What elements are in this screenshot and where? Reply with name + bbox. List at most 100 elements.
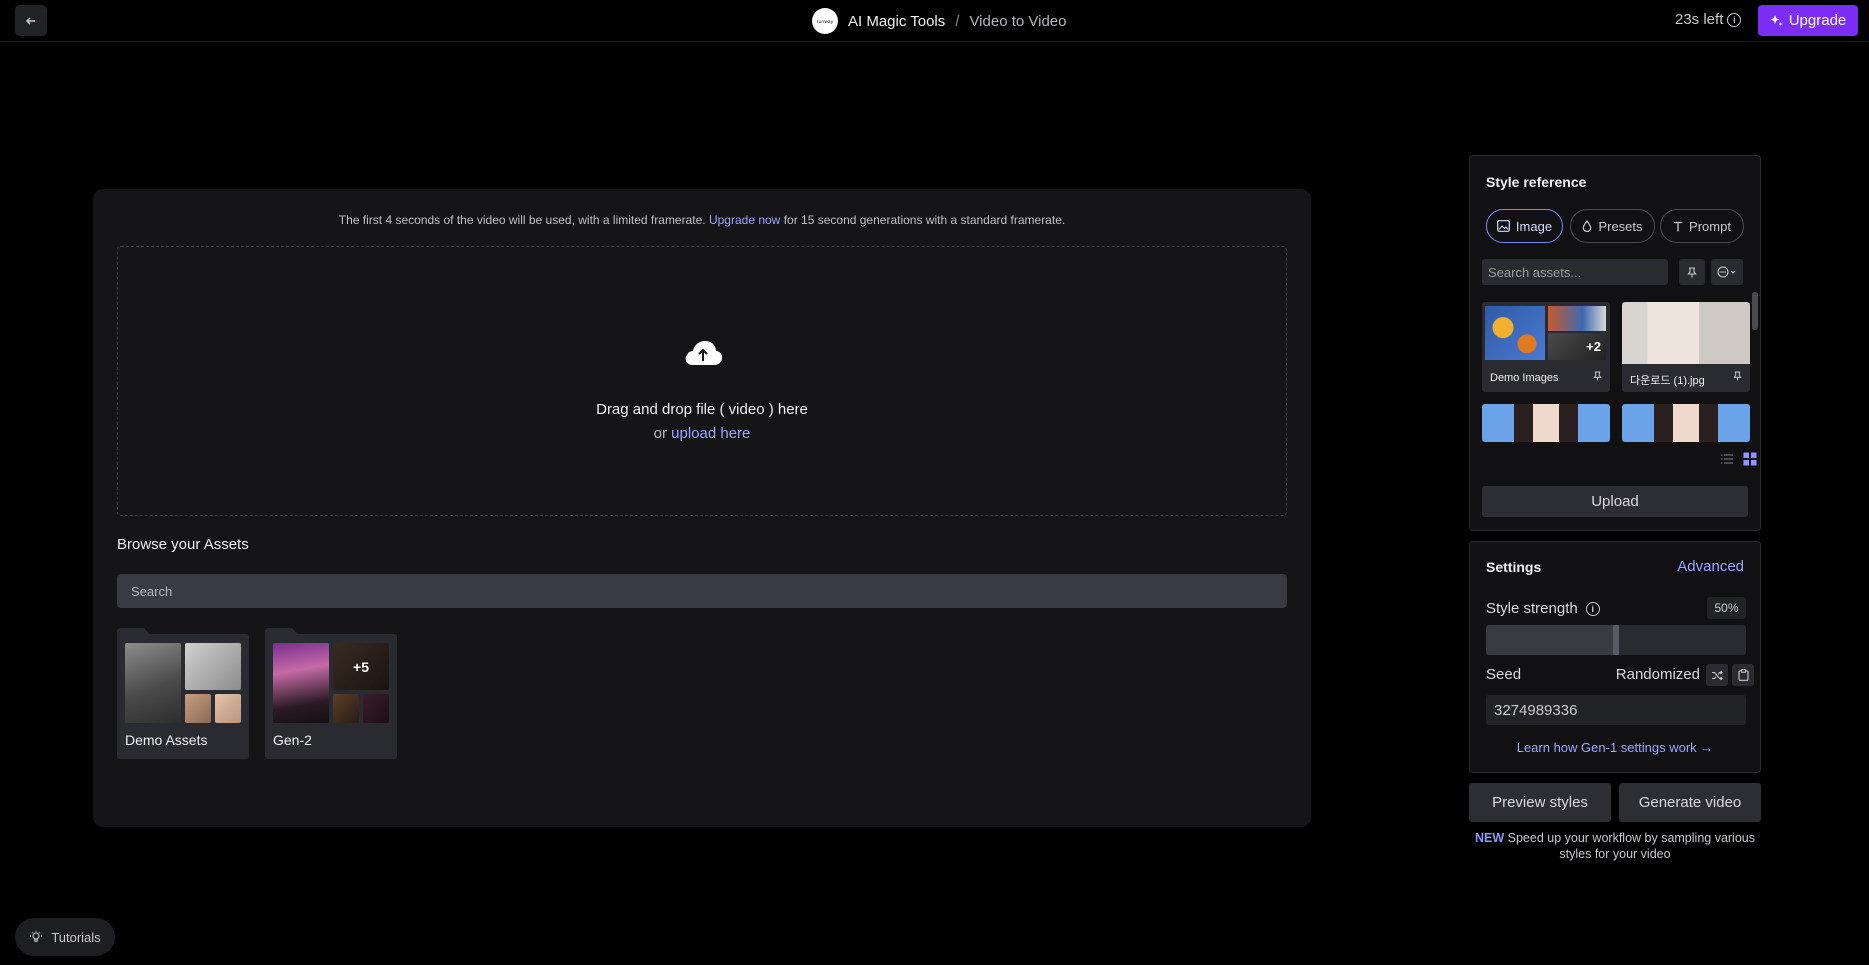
thumbnail (185, 694, 211, 723)
time-left-text: 23s left (1675, 11, 1724, 28)
pin-icon[interactable] (1593, 371, 1602, 384)
info-icon[interactable]: i (1727, 12, 1742, 27)
pin-icon (1687, 266, 1697, 277)
drop-icon (1583, 220, 1592, 232)
notice-suffix: for 15 second generations with a standar… (783, 213, 1066, 227)
upgrade-now-link[interactable]: Upgrade now (709, 213, 780, 227)
more-circle-icon (1717, 266, 1736, 278)
new-badge: NEW (1474, 831, 1505, 845)
asset-thumbnail (1622, 404, 1750, 442)
drop-subtitle: or upload here (118, 425, 1286, 442)
style-reference-title: Style reference (1486, 174, 1587, 190)
drop-or-text: or (653, 425, 667, 442)
tab-prompt[interactable]: Prompt (1660, 209, 1744, 243)
list-view-icon[interactable] (1719, 451, 1735, 467)
seed-label: Seed (1486, 666, 1522, 683)
style-assets-search-input[interactable] (1482, 259, 1668, 285)
framerate-notice: The first 4 seconds of the video will be… (93, 213, 1311, 227)
assets-search-input[interactable] (117, 574, 1287, 608)
video-dropzone[interactable]: Drag and drop file ( video ) here or upl… (117, 246, 1287, 516)
style-strength-slider[interactable] (1486, 625, 1746, 655)
notice-prefix: The first 4 seconds of the video will be… (338, 213, 706, 227)
style-strength-row: Style strength i (1486, 600, 1600, 617)
tab-presets-label: Presets (1598, 218, 1643, 234)
clipboard-icon (1737, 669, 1749, 681)
asset-card-demo-images[interactable]: +2 Demo Images (1482, 302, 1610, 392)
more-count-badge: +2 (1586, 339, 1601, 354)
tab-prompt-label: Prompt (1689, 218, 1731, 234)
upload-panel: The first 4 seconds of the video will be… (93, 189, 1311, 827)
back-button[interactable] (15, 5, 47, 36)
slider-fill (1486, 625, 1616, 655)
runway-logo-icon: runway (817, 19, 834, 25)
seed-input[interactable] (1486, 695, 1746, 725)
asset-name: 다운로드 (1).jpg (1630, 375, 1705, 387)
asset-card[interactable] (1622, 404, 1750, 442)
grid-view-icon[interactable] (1742, 451, 1758, 467)
asset-card[interactable] (1482, 404, 1610, 442)
preview-styles-button[interactable]: Preview styles (1469, 783, 1611, 822)
generate-video-button[interactable]: Generate video (1619, 783, 1761, 822)
thumbnail (273, 643, 329, 723)
sparkle-icon (1770, 15, 1783, 26)
learn-settings-link[interactable]: Learn how Gen-1 settings work → (1470, 740, 1760, 755)
thumbnail (125, 643, 181, 723)
upgrade-button[interactable]: Upgrade (1758, 5, 1858, 36)
svg-text:runway: runway (817, 19, 834, 25)
drop-title: Drag and drop file ( video ) here (596, 401, 808, 418)
thumbnail (333, 694, 359, 723)
more-options-button[interactable] (1711, 259, 1743, 285)
pin-icon[interactable] (1733, 371, 1742, 384)
randomized-label: Randomized (1615, 666, 1700, 683)
top-bar: runway AI Magic Tools / Video to Video 2… (0, 0, 1869, 42)
new-feature-note: NEW Speed up your workflow by sampling v… (1470, 830, 1760, 862)
asset-thumbnail: +2 (1482, 302, 1610, 364)
upload-button[interactable]: Upload (1482, 486, 1748, 517)
app-logo[interactable]: runway (812, 8, 838, 34)
tutorials-label: Tutorials (51, 929, 101, 945)
assets-scrollbar[interactable] (1752, 292, 1758, 330)
style-strength-label: Style strength (1486, 600, 1578, 617)
advanced-settings-link[interactable]: Advanced (1677, 558, 1744, 575)
style-strength-value[interactable]: 50% (1707, 597, 1746, 619)
lightbulb-icon (30, 930, 43, 942)
pin-filter-button[interactable] (1679, 259, 1705, 285)
tab-image-label: Image (1515, 218, 1553, 234)
folder-gen-2[interactable]: +5 Gen-2 (265, 628, 397, 759)
settings-panel: Settings Advanced Style strength i 50% S… (1469, 541, 1761, 773)
upload-here-link[interactable]: upload here (671, 425, 750, 442)
breadcrumb: runway AI Magic Tools / Video to Video (812, 8, 1066, 34)
thumbnail (185, 643, 241, 690)
randomize-seed-button[interactable] (1706, 664, 1728, 686)
asset-thumbnail (1622, 302, 1750, 364)
slider-thumb[interactable] (1613, 625, 1619, 655)
browse-assets-title: Browse your Assets (117, 536, 249, 553)
folder-label: Gen-2 (273, 732, 312, 748)
copy-seed-button[interactable] (1732, 664, 1754, 686)
asset-name: Demo Images (1490, 372, 1559, 384)
thumbnail (363, 694, 389, 723)
folder-label: Demo Assets (125, 732, 208, 748)
folder-thumbnails (125, 643, 241, 723)
asset-card-image[interactable]: 다운로드 (1).jpg (1622, 302, 1750, 392)
new-feature-text: Speed up your workflow by sampling vario… (1507, 831, 1755, 861)
credits-remaining: 23s left i (1675, 11, 1742, 28)
folder-thumbnails: +5 (273, 643, 389, 723)
breadcrumb-page-title: Video to Video (969, 12, 1067, 30)
cloud-upload-icon (685, 341, 723, 365)
breadcrumb-separator: / (955, 12, 960, 30)
tutorials-button[interactable]: Tutorials (15, 918, 115, 956)
style-reference-panel: Style reference Image Presets Prompt +2 … (1469, 155, 1761, 531)
image-icon (1497, 220, 1510, 232)
more-count-badge: +5 (353, 658, 369, 675)
tab-presets[interactable]: Presets (1570, 209, 1655, 243)
breadcrumb-app-title[interactable]: AI Magic Tools (848, 13, 945, 30)
tab-image[interactable]: Image (1486, 209, 1563, 243)
folder-demo-assets[interactable]: Demo Assets (117, 628, 249, 759)
settings-title: Settings (1486, 559, 1542, 575)
asset-thumbnail (1482, 404, 1610, 442)
info-icon[interactable]: i (1585, 601, 1600, 616)
text-icon (1674, 221, 1683, 231)
shuffle-icon (1711, 670, 1723, 680)
thumbnail (215, 694, 241, 723)
